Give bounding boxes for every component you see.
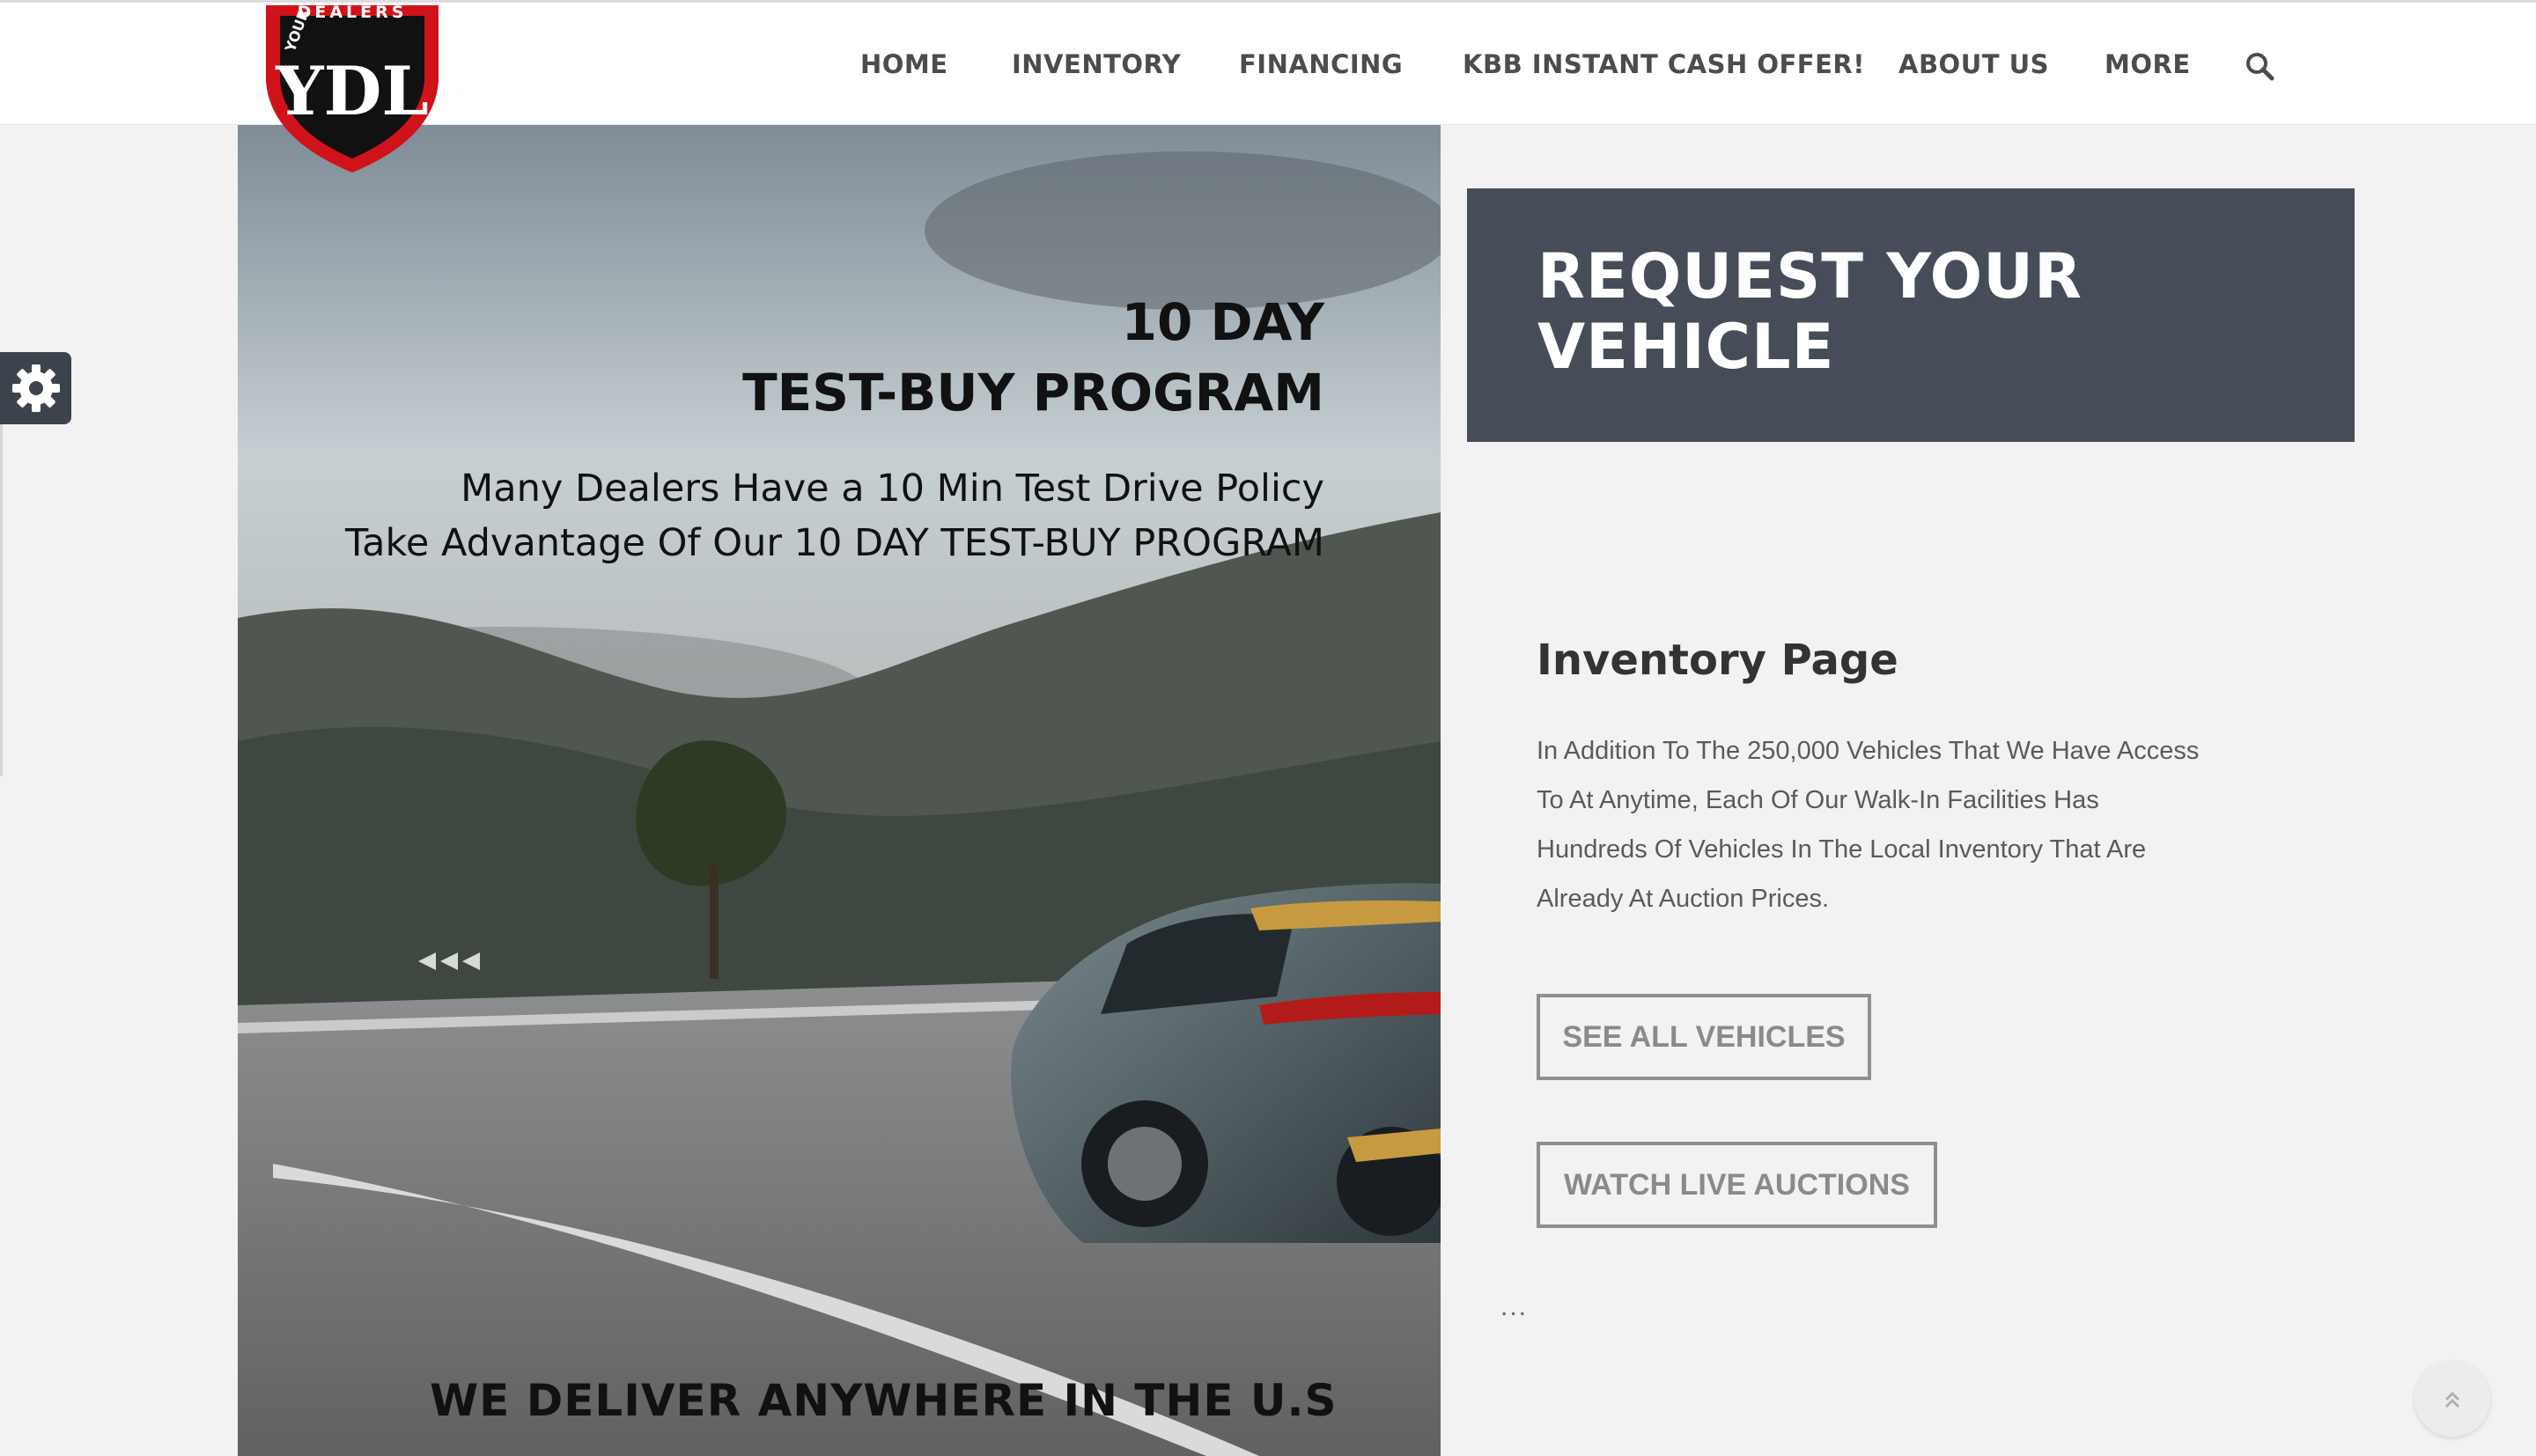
gear-icon [12, 364, 60, 412]
side-panel-edge [0, 424, 3, 776]
nav-home[interactable]: HOME [860, 45, 948, 84]
scroll-to-top-button[interactable] [2414, 1361, 2490, 1437]
watch-live-auctions-button[interactable]: WATCH LIVE AUCTIONS [1537, 1142, 1937, 1228]
hero-title-line1: 10 DAY [1121, 292, 1324, 352]
nav-financing[interactable]: FINANCING [1239, 45, 1403, 84]
hero-subtitle-line2: Take Advantage Of Our 10 DAY TEST-BUY PR… [344, 521, 1324, 565]
hero-subtitle-line1: Many Dealers Have a 10 Min Test Drive Po… [461, 467, 1324, 511]
logo-monogram: YDL [275, 52, 429, 130]
request-vehicle-title: REQUEST YOUR VEHICLE [1537, 240, 2083, 383]
nav-inventory[interactable]: INVENTORY [1012, 45, 1181, 84]
nav-about-us[interactable]: ABOUT US [1898, 45, 2049, 84]
hero-banner: 10 DAY TEST-BUY PROGRAM Many Dealers Hav… [238, 125, 1441, 1456]
nav-kbb-instant-cash-offer[interactable]: KBB INSTANT CASH OFFER! [1463, 45, 1865, 84]
request-vehicle-box[interactable]: REQUEST YOUR VEHICLE [1467, 188, 2355, 442]
more-ellipsis: ... [1500, 1292, 1529, 1321]
dealer-logo[interactable]: DEALERS YOUR YDL [262, 0, 442, 176]
double-chevron-up-icon [2444, 1391, 2460, 1408]
inventory-heading: Inventory Page [1537, 636, 1898, 685]
hero-footer-text: WE DELIVER ANYWHERE IN THE U.S [430, 1375, 1338, 1426]
nav-more[interactable]: MORE [2105, 45, 2191, 84]
search-icon[interactable] [2244, 50, 2275, 82]
inventory-description: In Addition To The 250,000 Vehicles That… [1537, 737, 2200, 913]
see-all-vehicles-button[interactable]: SEE ALL VEHICLES [1537, 994, 1871, 1080]
logo-top-text: DEALERS [298, 3, 408, 22]
hero-title-line2: TEST-BUY PROGRAM [742, 363, 1324, 423]
settings-tab[interactable] [0, 352, 71, 424]
